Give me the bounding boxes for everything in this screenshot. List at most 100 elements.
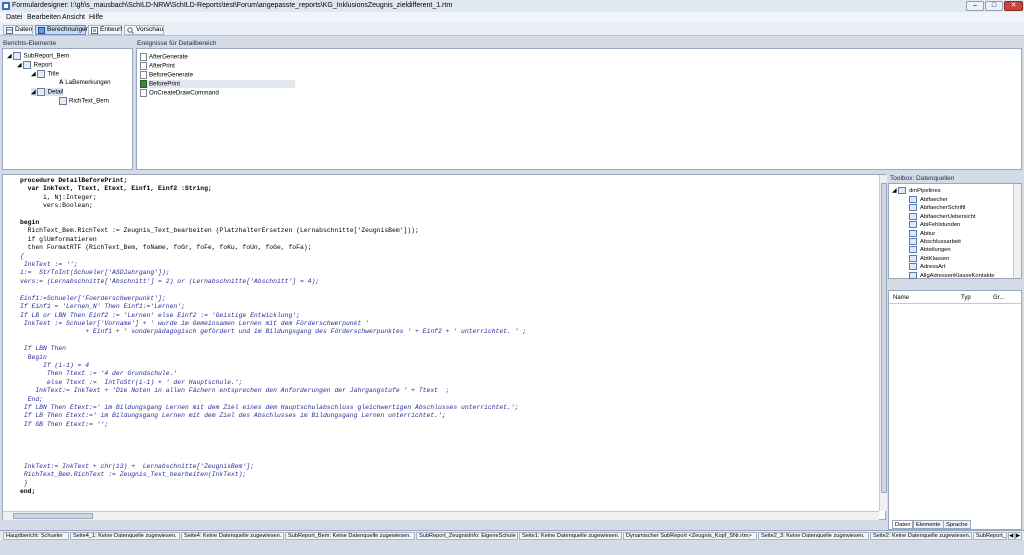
datasource-item[interactable]: AbifaecherUebersicht <box>909 212 1009 221</box>
code-line[interactable]: If LBN Then Etext:=' im Bildungsgang Ler… <box>20 404 875 412</box>
menu-datei[interactable]: Datei <box>6 14 22 21</box>
datasource-item[interactable]: Abifaecher <box>909 196 1009 204</box>
events-list: AfterGenerate AfterPrint BeforeGenerate … <box>136 48 1022 170</box>
report-tab-subreport-4[interactable]: SubReport_4 <box>973 532 1007 540</box>
report-tab-seite4-1[interactable]: Seite4_1: Keine Datenquelle zugewiesen. <box>70 532 180 540</box>
tabs-scroll-right[interactable]: ▶ <box>1015 532 1022 540</box>
tree-node-title[interactable]: ◢ Title <box>31 70 59 78</box>
report-tab-seite1[interactable]: Seite1: Keine Datenquelle zugewiesen. <box>519 532 622 540</box>
tab-berechnungen[interactable]: Berechnungen <box>35 25 89 35</box>
tabs-scroll-left[interactable]: ◀ <box>1008 532 1015 540</box>
code-line[interactable]: InkText:= InkText + chr(13) + Lernabschn… <box>20 463 875 471</box>
datasource-item[interactable]: Abschlussarbeit <box>909 237 1009 246</box>
code-editor[interactable]: procedure DetailBeforePrint; var InkText… <box>2 174 887 520</box>
code-line[interactable] <box>20 429 875 437</box>
code-line[interactable]: i:= StrToInt(Schueler['ASDJahrgang']); <box>20 269 875 277</box>
tree-node-labemerkungen[interactable]: A LaBemerkungen <box>59 79 111 86</box>
tree-node-report[interactable]: ◢ Report <box>17 61 52 69</box>
event-beforegenerate[interactable]: BeforeGenerate <box>140 71 295 79</box>
report-tab-seite2-3[interactable]: Seite2_3: Keine Datenquelle zugewiesen. <box>758 532 869 540</box>
col-typ[interactable]: Typ <box>961 295 971 301</box>
code-line[interactable]: then FormatRTF (RichText_Bem, foName, fo… <box>20 244 875 252</box>
datasource-item[interactable]: AllgAdressenKlasseKontakte <box>909 271 1009 280</box>
event-beforeprint[interactable]: BeforePrint <box>140 80 295 88</box>
code-line[interactable]: Begin <box>20 354 875 362</box>
code-line[interactable]: If LB Then Etext:=' im Bildungsgang Lern… <box>20 412 875 420</box>
label-icon: A <box>59 79 64 86</box>
code-line[interactable] <box>20 446 875 454</box>
report-tab-seite2[interactable]: Seite2: Keine Datenquelle zugewiesen. <box>870 532 972 540</box>
app-icon <box>2 2 10 10</box>
code-line[interactable]: InkText := Schueler['Vorname'] + ' wurde… <box>20 320 875 328</box>
maximize-button[interactable]: □ <box>985 1 1003 11</box>
code-line[interactable]: + Einf1 + ' sonderpädagogisch gefördert … <box>20 328 875 336</box>
code-line[interactable]: Einf1:=Schueler['Foerderschwerpunkt']; <box>20 295 875 303</box>
code-line[interactable]: vers:Boolean; <box>20 202 875 210</box>
event-afterprint[interactable]: AfterPrint <box>140 62 295 70</box>
code-line[interactable]: end; <box>20 488 875 496</box>
datasource-item[interactable]: AbifaecherSchriftl <box>909 204 1009 212</box>
event-active-icon <box>140 80 147 88</box>
close-button[interactable]: ✕ <box>1004 1 1023 11</box>
report-tab-dynamischer-subreport[interactable]: Dynamischer SubReport <Zeugnis_Kopf_SNr.… <box>623 532 757 540</box>
tab-entwurf[interactable]: Entwurf <box>88 25 122 35</box>
report-tab-subreport-bem[interactable]: SubReport_Bem: Keine Datenquelle zugewie… <box>285 532 415 540</box>
col-groesse[interactable]: Gr... <box>993 295 1004 301</box>
toolbox-scrollbar[interactable] <box>1013 184 1021 278</box>
code-line[interactable]: End; <box>20 396 875 404</box>
horizontal-scrollbar[interactable] <box>3 511 879 520</box>
tree-node-richtext-bem[interactable]: RichText_Bem <box>59 97 109 105</box>
code-line[interactable] <box>20 337 875 345</box>
code-line[interactable]: If (i-1) = 4 <box>20 362 875 370</box>
vertical-scrollbar[interactable] <box>879 175 887 511</box>
code-line[interactable]: InkText := ''; <box>20 261 875 269</box>
code-line[interactable]: i, Nj:Integer; <box>20 194 875 202</box>
code-line[interactable] <box>20 286 875 294</box>
scroll-thumb[interactable] <box>13 513 93 519</box>
tab-daten-bottom[interactable]: Daten <box>892 520 914 529</box>
menu-ansicht[interactable]: Ansicht <box>62 14 85 21</box>
event-oncreatedrawcommand[interactable]: OnCreateDrawCommand <box>140 89 295 97</box>
tab-sprache[interactable]: Sprache <box>943 520 971 529</box>
report-tab-zeugnisinfo[interactable]: SubReport_ZeugnisInfo: EigeneSchule <box>416 532 518 540</box>
code-line[interactable] <box>20 211 875 219</box>
datasource-item[interactable]: Abteilungen <box>909 246 1009 254</box>
code-line[interactable]: If Einf1 = 'Lernen_N' Then Einf1:='Lerne… <box>20 303 875 311</box>
datasource-item[interactable]: AbiFehlstunden <box>909 221 1009 229</box>
code-line[interactable]: } <box>20 480 875 488</box>
tree-node-subreport-bem[interactable]: ◢ SubReport_Bem <box>7 52 69 60</box>
code-line[interactable]: procedure DetailBeforePrint; <box>20 177 875 185</box>
code-line[interactable]: else Ttext := IntToStr(i-1) + ' der Haup… <box>20 379 875 387</box>
menu-hilfe[interactable]: Hilfe <box>89 14 103 21</box>
report-tab-hauptbericht[interactable]: Hauptbericht: Schueler <box>3 532 69 540</box>
code-line[interactable]: If LBN Then <box>20 345 875 353</box>
datasource-item[interactable]: AdressArt <box>909 263 1009 271</box>
menu-bearbeiten[interactable]: Bearbeiten <box>27 14 61 21</box>
tab-daten[interactable]: Daten <box>3 25 33 35</box>
code-text[interactable]: procedure DetailBeforePrint; var InkText… <box>20 177 875 507</box>
tree-node-detail[interactable]: ◢ Detail <box>31 88 64 96</box>
report-tab-seite4[interactable]: Seite4: Keine Datenquelle zugewiesen. <box>181 532 284 540</box>
toolbox-root[interactable]: ◢ dmPipelines <box>892 187 941 194</box>
datasource-item[interactable]: AbtKlassen <box>909 254 1009 263</box>
datasource-item[interactable]: Abitur <box>909 229 1009 238</box>
code-line[interactable]: begin <box>20 219 875 227</box>
code-line[interactable]: InkText:= InkText + 'Die Noten in allen … <box>20 387 875 395</box>
code-line[interactable]: RichText_Bem.RichText := Zeugnis_Text_be… <box>20 471 875 479</box>
scroll-thumb[interactable] <box>881 183 887 493</box>
code-line[interactable]: If GB Then Etext:= ''; <box>20 421 875 429</box>
code-line[interactable]: var InkText, Ttext, Etext, Einf1, Einf2 … <box>20 185 875 193</box>
event-aftergenerate[interactable]: AfterGenerate <box>140 53 295 61</box>
tab-elemente[interactable]: Elemente <box>913 520 944 529</box>
code-line[interactable]: Then Ttext := '4 der Grundschule.' <box>20 370 875 378</box>
col-name[interactable]: Name <box>893 295 909 301</box>
code-line[interactable] <box>20 438 875 446</box>
code-line[interactable]: RichText_Bem.RichText := Zeugnis_Text_be… <box>20 227 875 235</box>
tab-vorschau[interactable]: Vorschau <box>124 25 164 35</box>
code-line[interactable]: if glUmformatieren <box>20 236 875 244</box>
code-line[interactable]: vers:= (Lernabschnitte['Abschnitt'] = 2)… <box>20 278 875 286</box>
code-line[interactable] <box>20 454 875 462</box>
code-line[interactable]: If LB or LBN Then Einf2 := 'Lernen' else… <box>20 312 875 320</box>
minimize-button[interactable]: – <box>966 1 984 11</box>
code-line[interactable]: { <box>20 253 875 261</box>
